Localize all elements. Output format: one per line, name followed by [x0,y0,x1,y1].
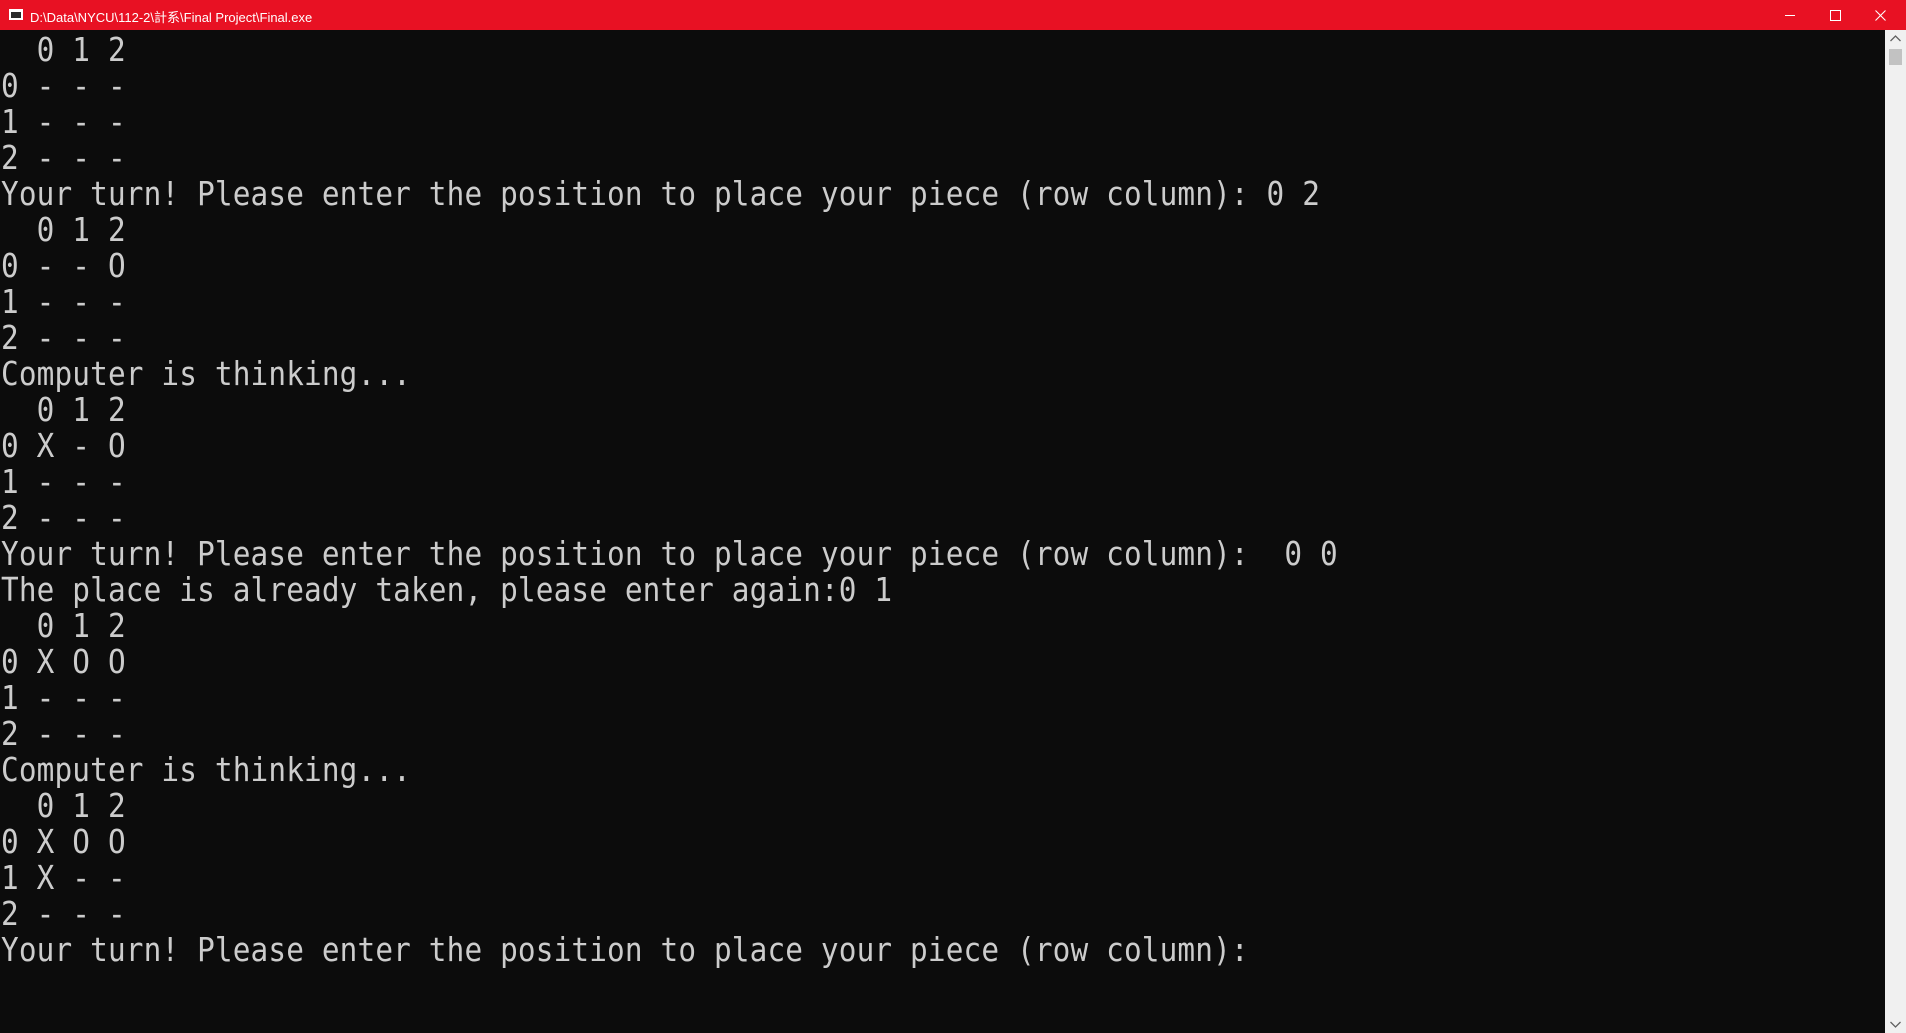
scroll-down-button[interactable] [1885,1016,1906,1033]
board-header: 0 1 2 [1,210,126,249]
board-row-2: 2 - - - [1,714,126,753]
scroll-up-arrow-icon [1890,35,1901,42]
close-icon [1875,10,1886,21]
board-row-0: 0 - - - [1,66,126,105]
prompt-line: Your turn! Please enter the position to … [1,930,1249,969]
status-line: Computer is thinking... [1,354,411,393]
board-header: 0 1 2 [1,30,126,69]
board-row-1: 1 - - - [1,678,126,717]
board-row-0: 0 X - O [1,426,126,465]
console-output[interactable]: 0 1 2 0 - - - 1 - - - 2 - - - Your turn!… [0,30,1885,1033]
board-header: 0 1 2 [1,606,126,645]
prompt-line: Your turn! Please enter the position to … [1,534,1338,573]
window-title: D:\Data\NYCU\112-2\計系\Final Project\Fina… [30,10,313,25]
board-row-1: 1 - - - [1,282,126,321]
board-header: 0 1 2 [1,786,126,825]
close-button[interactable] [1858,0,1903,30]
board-row-0: 0 X O O [1,642,126,681]
vertical-scrollbar[interactable] [1885,30,1906,1033]
title-bar[interactable]: D:\Data\NYCU\112-2\計系\Final Project\Fina… [0,0,1906,30]
board-row-2: 2 - - - [1,138,126,177]
board-row-2: 2 - - - [1,498,126,537]
board-row-2: 2 - - - [1,894,126,933]
error-line: The place is already taken, please enter… [1,570,893,609]
board-row-2: 2 - - - [1,318,126,357]
maximize-icon [1830,10,1841,21]
status-line: Computer is thinking... [1,750,411,789]
minimize-button[interactable] [1768,0,1813,30]
minimize-icon [1785,15,1795,16]
prompt-line: Your turn! Please enter the position to … [1,174,1321,213]
maximize-button[interactable] [1813,0,1858,30]
scroll-thumb[interactable] [1889,49,1902,65]
scroll-down-arrow-icon [1890,1021,1901,1028]
board-row-1: 1 - - - [1,462,126,501]
scroll-up-button[interactable] [1885,30,1906,47]
console-app-icon[interactable] [9,9,23,20]
console-window: D:\Data\NYCU\112-2\計系\Final Project\Fina… [0,0,1906,1033]
board-header: 0 1 2 [1,390,126,429]
board-row-0: 0 X O O [1,822,126,861]
board-row-1: 1 - - - [1,102,126,141]
board-row-1: 1 X - - [1,858,126,897]
board-row-0: 0 - - O [1,246,126,285]
